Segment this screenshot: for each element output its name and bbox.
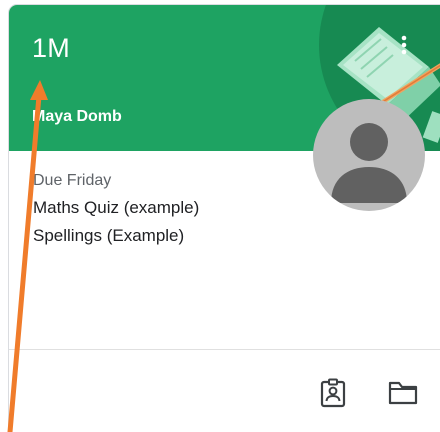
page: 1M Maya Domb Due Friday Maths Quiz (exam…	[0, 0, 440, 432]
more-vert-icon[interactable]	[395, 33, 413, 57]
folder-icon[interactable]	[387, 377, 419, 409]
assignment-ind-icon[interactable]	[317, 377, 349, 409]
person-icon	[331, 123, 407, 203]
assignment-link-1[interactable]: Maths Quiz (example)	[33, 197, 199, 219]
teacher-name: Maya Domb	[32, 108, 122, 125]
due-label: Due Friday	[33, 172, 112, 189]
card-body: Due Friday Maths Quiz (example) Spelling…	[33, 171, 199, 253]
teacher-avatar	[313, 99, 425, 211]
class-card[interactable]: 1M Maya Domb Due Friday Maths Quiz (exam…	[8, 4, 440, 432]
class-title-link[interactable]: 1M	[32, 33, 70, 64]
footer-divider	[9, 349, 440, 350]
assignment-link-2[interactable]: Spellings (Example)	[33, 225, 199, 247]
